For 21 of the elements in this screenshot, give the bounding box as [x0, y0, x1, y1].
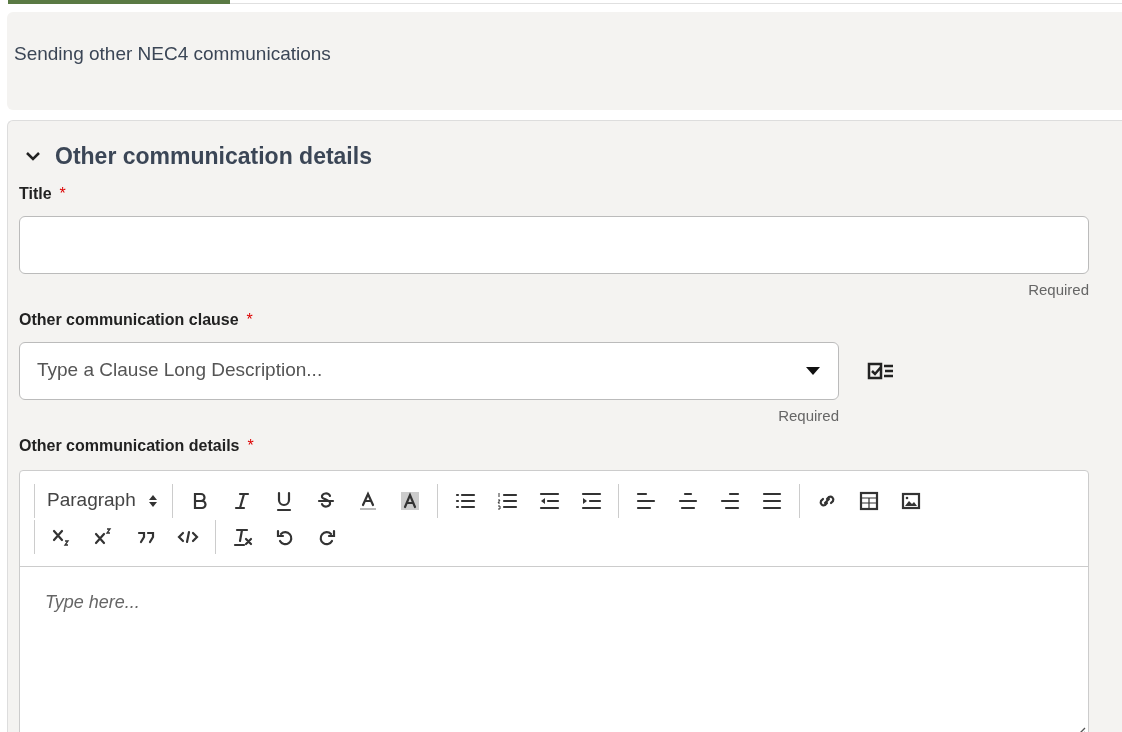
section-title: Other communication details [55, 142, 372, 171]
required-asterisk: * [59, 183, 66, 204]
field-label: Other communication details [19, 435, 240, 456]
combobox-placeholder: Type a Clause Long Description... [37, 358, 324, 383]
banner-text: Sending other NEC4 communications [14, 43, 331, 64]
sort-arrows-icon [147, 493, 158, 508]
required-hint: Required [1028, 280, 1089, 298]
rich-text-editor[interactable]: Paragraph Type here... [19, 469, 1089, 732]
dropdown-arrow-icon[interactable] [805, 365, 821, 376]
clause-combobox[interactable]: Type a Clause Long Description... [19, 341, 839, 400]
title-field[interactable] [19, 215, 1089, 274]
editor-placeholder: Type here... [45, 591, 140, 612]
table-icon[interactable] [857, 489, 880, 512]
checklist-icon[interactable] [867, 360, 895, 381]
field-label: Other communication clause [19, 309, 239, 330]
required-asterisk: * [246, 309, 253, 330]
required-asterisk: * [247, 435, 254, 456]
highlight-icon[interactable] [398, 489, 421, 512]
required-hint: Required [778, 406, 839, 424]
field-label: Title [19, 183, 52, 204]
format-select[interactable]: Paragraph [47, 486, 166, 515]
